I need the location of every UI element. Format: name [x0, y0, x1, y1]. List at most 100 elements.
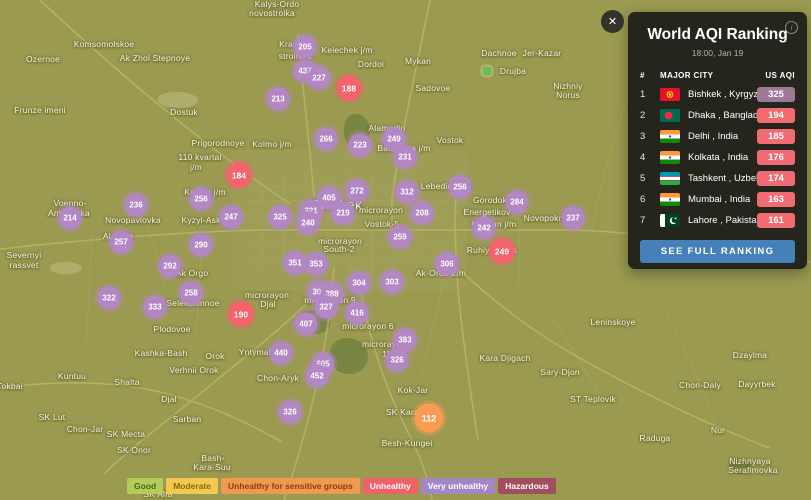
station-marker[interactable]	[482, 66, 492, 76]
legend-item: Moderate	[166, 478, 218, 494]
aqi-marker[interactable]: 256	[448, 175, 472, 199]
aqi-marker[interactable]: 292	[158, 254, 182, 278]
map-place-label: Dostuk	[170, 107, 198, 117]
rank-number: 5	[640, 173, 646, 184]
aqi-marker[interactable]: 249	[489, 238, 515, 264]
ranking-row[interactable]: 1 Bishkek , Kyrgyzstan325	[628, 84, 807, 105]
map-place-label: Prigorodnoye	[191, 138, 245, 148]
aqi-marker[interactable]: 208	[410, 201, 434, 225]
map-place-label: Kara Djigach	[479, 353, 531, 363]
ranking-row[interactable]: 4 Kolkata , India 176	[628, 147, 807, 168]
aqi-marker[interactable]: 184	[226, 162, 252, 188]
country-flag-icon	[660, 151, 680, 164]
map-place-label: Dayyrbek	[738, 379, 776, 389]
map-place-label: Kelechek j/m	[321, 45, 373, 55]
aqi-marker[interactable]: 259	[388, 225, 412, 249]
aqi-column-header: US AQI	[765, 71, 795, 80]
legend-item: Unhealthy	[362, 478, 418, 494]
rank-number: 4	[640, 152, 646, 163]
aqi-marker[interactable]: 247	[219, 205, 243, 229]
aqi-marker[interactable]: 290	[189, 233, 213, 257]
aqi-marker[interactable]: 231	[393, 145, 417, 169]
air-quality-map-app: Kalys-Ordo novostroika Komsomolskoe Ozernoe…	[0, 0, 811, 500]
aqi-marker[interactable]: 452	[305, 364, 329, 388]
rank-number: 7	[640, 215, 646, 226]
ranking-row[interactable]: 2 Dhaka , Bangladesh194	[628, 105, 807, 126]
map-place-label: Tokbai	[0, 381, 23, 391]
map-place-label: Orok	[205, 351, 225, 361]
aqi-marker[interactable]: 353	[304, 252, 328, 276]
aqi-marker[interactable]: 440	[269, 341, 293, 365]
aqi-marker[interactable]: 223	[348, 133, 372, 157]
ranking-row[interactable]: 5 Tashkent , Uzbekis...174	[628, 168, 807, 189]
aqi-marker[interactable]: 326	[385, 348, 409, 372]
aqi-marker[interactable]: 416	[345, 301, 369, 325]
map-place-label: Jer-Kazar	[522, 48, 562, 58]
rank-number: 2	[640, 110, 646, 121]
legend-item: Good	[127, 478, 164, 494]
aqi-marker[interactable]: 242	[472, 216, 496, 240]
map-place-label: Dordoi	[357, 59, 385, 69]
ranking-row[interactable]: 6 Mumbai , India 163	[628, 189, 807, 210]
aqi-marker[interactable]: 322	[97, 286, 121, 310]
map-place-label: Besh-Kungei	[381, 438, 433, 448]
aqi-marker[interactable]: 112	[414, 403, 444, 433]
aqi-marker[interactable]: 188	[336, 75, 362, 101]
aqi-marker[interactable]: 312	[395, 180, 419, 204]
ranking-row[interactable]: 7 Lahore , Pakistan 161	[628, 210, 807, 231]
aqi-badge: 185	[757, 129, 795, 144]
aqi-marker[interactable]: 327	[314, 295, 338, 319]
city-name: Tashkent , Uzbekis...	[688, 173, 757, 184]
country-flag-icon	[660, 214, 680, 227]
aqi-marker[interactable]: 214	[58, 206, 82, 230]
city-name: Delhi , India	[688, 131, 739, 142]
aqi-marker[interactable]: 240	[296, 211, 320, 235]
map-place-label: Dachnoe	[481, 48, 517, 58]
aqi-marker[interactable]: 256	[189, 187, 213, 211]
ranking-row[interactable]: 3 Delhi , India 185	[628, 126, 807, 147]
aqi-marker[interactable]: 213	[266, 87, 290, 111]
aqi-marker[interactable]: 205	[293, 35, 317, 59]
map-place-label: Kara-Suu	[193, 462, 231, 472]
aqi-marker[interactable]: 284	[505, 190, 529, 214]
ranking-rows: 1 Bishkek , Kyrgyzstan325 2 Dhaka , Banglad…	[628, 84, 807, 231]
ranking-column-headers: # MAJOR CITY US AQI	[628, 71, 807, 80]
map-place-label: SK Mecta	[106, 429, 146, 439]
aqi-marker[interactable]: 351	[283, 251, 307, 275]
legend-item: Hazardous	[498, 478, 556, 494]
aqi-marker[interactable]: 306	[435, 252, 459, 276]
map-place-label: Kuntuu	[57, 371, 87, 381]
map-place-label: Yntymak	[238, 347, 274, 357]
aqi-marker[interactable]: 325	[268, 205, 292, 229]
aqi-marker[interactable]: 304	[347, 271, 371, 295]
info-icon[interactable]: i	[785, 21, 798, 34]
aqi-badge: 163	[757, 192, 795, 207]
aqi-marker[interactable]: 326	[278, 400, 302, 424]
aqi-marker[interactable]: 405	[317, 186, 341, 210]
map-place-label: Novopavlovka	[105, 215, 161, 225]
map-place-label: 110 kvartal	[178, 152, 222, 162]
map-place-label: j/m	[190, 162, 202, 172]
map-place-label: Sadovoe	[415, 83, 451, 93]
city-name: Kolkata , India	[688, 152, 749, 163]
map-place-label: Vostok	[436, 135, 464, 145]
see-full-ranking-button[interactable]: SEE FULL RANKING	[640, 240, 795, 263]
aqi-marker[interactable]: 257	[109, 230, 133, 254]
close-button[interactable]: ✕	[601, 10, 624, 33]
aqi-marker[interactable]: 266	[314, 127, 338, 151]
aqi-marker[interactable]: 258	[179, 281, 203, 305]
map-place-label: Plodovoe	[153, 324, 191, 334]
aqi-marker[interactable]: 272	[345, 179, 369, 203]
aqi-marker[interactable]: 236	[124, 193, 148, 217]
map-place-label: Drujba	[499, 66, 527, 76]
aqi-marker[interactable]: 190	[228, 301, 254, 327]
city-name: Lahore , Pakistan	[688, 215, 757, 226]
aqi-marker[interactable]: 303	[380, 270, 404, 294]
city-name: Bishkek , Kyrgyzstan	[688, 89, 757, 100]
aqi-marker[interactable]: 333	[143, 295, 167, 319]
aqi-marker[interactable]: 237	[561, 206, 585, 230]
map-place-label: SK Onor	[117, 445, 151, 455]
aqi-marker[interactable]: 407	[294, 312, 318, 336]
aqi-marker[interactable]: 227	[307, 66, 331, 90]
map-place-label: Sary-Djon	[540, 367, 580, 377]
